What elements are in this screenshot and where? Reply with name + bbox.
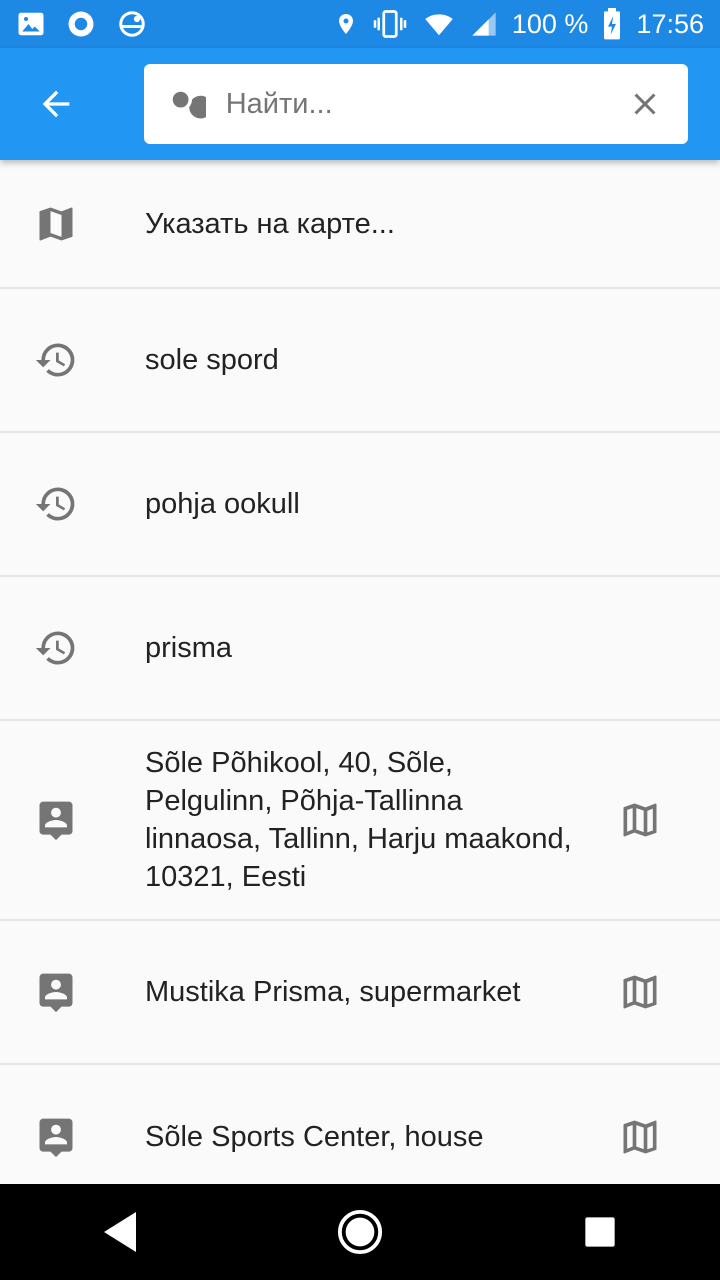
status-system: 100 % 17:56 [334, 8, 704, 40]
list-item-history[interactable]: sole spord [0, 289, 720, 433]
navigation-bar [0, 1184, 720, 1280]
back-button[interactable] [20, 76, 92, 132]
results-list: Указать на карте... sole spord pohja ook… [0, 160, 720, 1209]
arrow-back-icon [42, 90, 70, 118]
history-icon [32, 336, 80, 384]
show-on-map-button[interactable] [616, 1113, 664, 1161]
triangle-back-icon [104, 1212, 136, 1252]
screen: 100 % 17:56 Указать на карте... [0, 0, 720, 1280]
clock: 17:56 [636, 8, 704, 39]
list-item-history[interactable]: pohja ookull [0, 433, 720, 577]
map-icon [32, 200, 80, 248]
list-item-label: Указать на карте... [145, 207, 395, 240]
nav-home-button[interactable] [312, 1184, 408, 1280]
location-icon [334, 9, 358, 39]
recents-square-icon [585, 1217, 615, 1247]
signal-icon [470, 9, 498, 39]
nav-recents-button[interactable] [552, 1184, 648, 1280]
search-box [144, 64, 688, 144]
list-item-pick-on-map[interactable]: Указать на карте... [0, 160, 720, 289]
battery-percent: 100 % [511, 8, 589, 39]
close-icon [634, 93, 656, 115]
map-outline-icon [623, 1120, 657, 1154]
show-on-map-button[interactable] [616, 968, 664, 1016]
battery-charging-icon [602, 8, 622, 40]
list-item-label: Mustika Prisma, supermarket [145, 976, 521, 1008]
contact-place-icon [32, 968, 80, 1016]
history-icon [32, 624, 80, 672]
list-item-label: pohja ookull [145, 488, 300, 520]
status-notifications [16, 9, 148, 39]
nav-back-button[interactable] [72, 1184, 168, 1280]
show-on-map-button[interactable] [616, 796, 664, 844]
search-input[interactable] [225, 74, 603, 134]
circle-notification-icon [66, 9, 96, 39]
history-icon [32, 480, 80, 528]
status-bar: 100 % 17:56 [0, 0, 720, 48]
list-item-label: sole spord [145, 344, 279, 376]
list-item-label: Sõle Sports Center, house [145, 1121, 484, 1153]
vibrate-icon [372, 9, 408, 39]
clear-search-button[interactable] [603, 64, 688, 144]
contact-place-icon [32, 1113, 80, 1161]
list-item-label: Sõle Põhikool, 40, Sõle, Pelgulinn, Põhj… [145, 747, 572, 893]
list-item-place[interactable]: Sõle Põhikool, 40, Sõle, Pelgulinn, Põhj… [0, 721, 720, 921]
list-item-label: prisma [145, 632, 233, 664]
list-item-place[interactable]: Mustika Prisma, supermarket [0, 921, 720, 1065]
map-outline-icon [623, 975, 657, 1009]
search-icon [144, 83, 226, 125]
vpn-notification-icon [116, 9, 148, 39]
contact-place-icon [32, 796, 80, 844]
app-bar [0, 48, 720, 160]
map-outline-icon [623, 803, 657, 837]
gallery-notification-icon [16, 9, 46, 39]
wifi-icon [422, 9, 456, 39]
list-item-history[interactable]: prisma [0, 577, 720, 721]
home-circle-icon [337, 1209, 383, 1255]
